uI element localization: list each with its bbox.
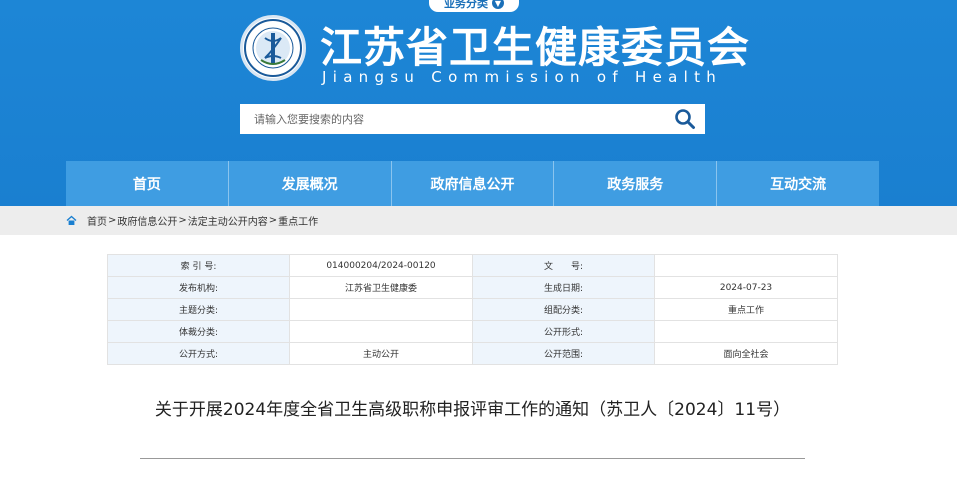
mode-label: 公开方式: [107, 342, 290, 365]
topic-label: 主题分类: [107, 298, 290, 321]
breadcrumb-statutory[interactable]: 法定主动公开内容 [188, 213, 268, 228]
genre-value [289, 320, 473, 343]
search-input[interactable] [240, 104, 665, 134]
index-label: 索 引 号: [107, 254, 290, 277]
scope-label: 公开范围: [472, 342, 655, 365]
form-value [654, 320, 838, 343]
table-row: 主题分类: 组配分类: 重点工作 [107, 298, 838, 321]
publisher-value: 江苏省卫生健康委 [289, 276, 473, 299]
search-button[interactable] [665, 104, 705, 134]
table-row: 索 引 号: 014000204/2024-00120 文 号: [107, 254, 838, 277]
site-title-chinese: 江苏省卫生健康委员会 [320, 23, 751, 72]
chevron-down-icon: ▼ [492, 0, 504, 9]
nav-item-overview[interactable]: 发展概况 [227, 161, 391, 206]
index-value: 014000204/2024-00120 [289, 254, 473, 277]
site-title-english: Jiangsu Commission of Health [322, 68, 723, 86]
search-bar [240, 104, 705, 134]
breadcrumb-separator: > [108, 215, 117, 226]
scope-value: 面向全社会 [654, 342, 838, 365]
business-category-tab[interactable]: 业务分类 ▼ [429, 0, 519, 12]
table-row: 体裁分类: 公开形式: [107, 320, 838, 343]
document-title: 关于开展2024年度全省卫生高级职称申报评审工作的通知（苏卫人〔2024〕11号… [154, 400, 791, 420]
title-divider [140, 458, 805, 459]
nav-item-gov-info[interactable]: 政府信息公开 [390, 161, 554, 206]
table-row: 发布机构: 江苏省卫生健康委 生成日期: 2024-07-23 [107, 276, 838, 299]
group-label: 组配分类: [472, 298, 655, 321]
breadcrumb-key-work[interactable]: 重点工作 [278, 213, 318, 228]
genre-label: 体裁分类: [107, 320, 290, 343]
nav-item-services[interactable]: 政务服务 [553, 161, 716, 206]
mode-value: 主动公开 [289, 342, 473, 365]
nav-item-interaction[interactable]: 互动交流 [716, 161, 879, 206]
breadcrumb-gov-info[interactable]: 政府信息公开 [117, 213, 177, 228]
site-header: 业务分类 ▼ 江苏省卫生健康委员会 Jiangsu Commission of … [0, 0, 957, 206]
table-row: 公开方式: 主动公开 公开范围: 面向全社会 [107, 342, 838, 365]
publisher-label: 发布机构: [107, 276, 290, 299]
breadcrumb-separator: > [178, 215, 187, 226]
business-category-label: 业务分类 [444, 0, 488, 10]
document-metadata-table: 索 引 号: 014000204/2024-00120 文 号: 发布机构: 江… [107, 254, 838, 365]
breadcrumb-home[interactable]: 首页 [87, 213, 107, 228]
form-label: 公开形式: [472, 320, 655, 343]
docno-label: 文 号: [472, 254, 655, 277]
breadcrumb: 首页 > 政府信息公开 > 法定主动公开内容 > 重点工作 [0, 206, 957, 235]
date-value: 2024-07-23 [654, 276, 838, 299]
commission-emblem-logo [240, 15, 306, 81]
home-icon[interactable] [66, 215, 78, 227]
search-icon [675, 109, 695, 129]
main-nav: 首页 发展概况 政府信息公开 政务服务 互动交流 [66, 161, 879, 206]
topic-value [289, 298, 473, 321]
breadcrumb-separator: > [268, 215, 278, 226]
date-label: 生成日期: [472, 276, 655, 299]
group-value: 重点工作 [654, 298, 838, 321]
docno-value [654, 254, 838, 277]
nav-item-home[interactable]: 首页 [66, 161, 228, 206]
